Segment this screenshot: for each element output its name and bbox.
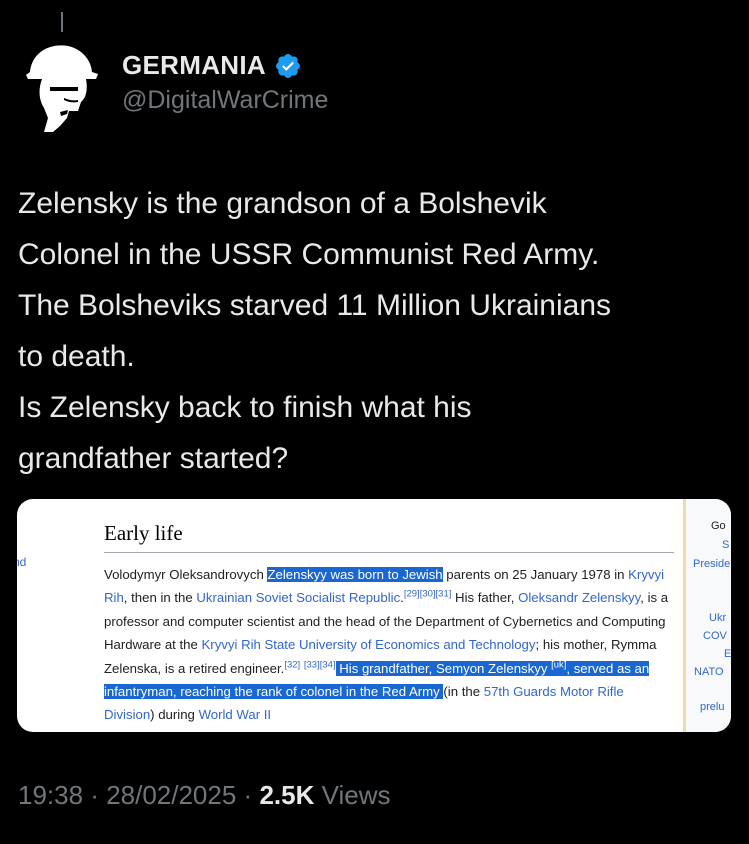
- wiki-citation[interactable]: [33][34]: [304, 659, 336, 670]
- wiki-citation[interactable]: [29][30][31]: [404, 589, 452, 600]
- author-name-row[interactable]: GERMANIA: [122, 50, 302, 81]
- wiki-text: , then in the: [123, 590, 197, 606]
- wiki-text: parents on 25 January 1978 in: [442, 567, 629, 582]
- wiki-highlight: Zelenskyy was born to Jewish: [267, 567, 443, 582]
- wiki-text: His father,: [451, 590, 519, 606]
- views-label: Views: [314, 780, 391, 810]
- tweet-date[interactable]: 28/02/2025: [106, 780, 236, 810]
- thread-connector-line: [61, 12, 63, 32]
- wiki-left-fragment: nd: [17, 555, 27, 569]
- sidebar-fragment: Preside: [693, 558, 731, 570]
- wiki-sidebar: Go S Preside Ukr COV E NATO prelu: [686, 499, 731, 732]
- avatar[interactable]: [20, 38, 100, 132]
- wiki-link[interactable]: Ukrainian Soviet Socialist Republic: [196, 590, 400, 605]
- views-count: 2.5K: [259, 780, 315, 810]
- wiki-link[interactable]: Oleksandr Zelenskyy: [518, 590, 640, 605]
- tweet-metadata: 19:38 · 28/02/2025 · 2.5K Views: [18, 780, 390, 811]
- wiki-text: (in the: [443, 684, 484, 700]
- attached-wikipedia-screenshot[interactable]: nd Early life Volodymyr Oleksandrovych Z…: [17, 499, 731, 732]
- wiki-highlight-text: His grandfather, Semyon Zelenskyy: [335, 660, 552, 676]
- wiki-article-section: Early life Volodymyr Oleksandrovych Zele…: [104, 521, 674, 727]
- verified-badge-icon: [275, 53, 300, 78]
- sidebar-fragment: Ukr: [709, 612, 727, 624]
- wiki-section-heading: Early life: [104, 521, 674, 553]
- author-display-name[interactable]: GERMANIA: [122, 50, 266, 81]
- sidebar-fragment: prelu: [700, 701, 725, 713]
- tweet-text: Zelensky is the grandson of a Bolshevik …: [18, 187, 612, 475]
- wiki-text: Volodymyr Oleksandrovych: [104, 567, 268, 582]
- meta-separator: ·: [236, 780, 260, 810]
- sidebar-fragment: NATO: [694, 666, 724, 678]
- tweet-time[interactable]: 19:38: [18, 780, 83, 810]
- sidebar-fragment: COV: [703, 630, 727, 642]
- wiki-lang-tag[interactable]: [uk]: [551, 659, 566, 670]
- helmeted-soldier-avatar-icon: [26, 45, 98, 132]
- wiki-link[interactable]: World War II: [199, 707, 272, 722]
- wiki-text: ) during: [150, 707, 199, 723]
- wiki-paragraph: Volodymyr Oleksandrovych Zelenskyy was b…: [104, 563, 674, 727]
- wiki-link[interactable]: Kryvyi Rih State University of Economics…: [202, 637, 536, 652]
- meta-separator: ·: [83, 780, 107, 810]
- sidebar-fragment: Go: [711, 520, 726, 532]
- author-handle[interactable]: @DigitalWarCrime: [122, 86, 328, 115]
- sidebar-fragment: S: [722, 539, 730, 551]
- wiki-citation[interactable]: [32]: [284, 659, 300, 670]
- sidebar-fragment: E: [724, 648, 731, 660]
